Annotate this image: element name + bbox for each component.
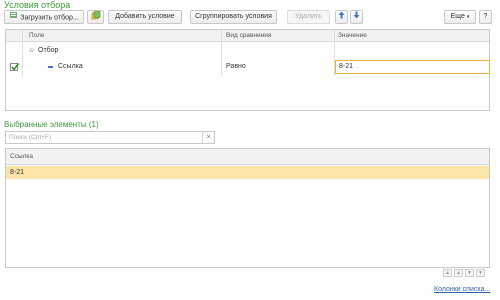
column-value[interactable]: Значение xyxy=(338,30,367,42)
load-icon xyxy=(9,11,18,24)
columns-link[interactable]: Колонки списка... xyxy=(434,286,490,293)
copy-icon xyxy=(91,11,101,25)
prev-page-button[interactable]: ▲ xyxy=(454,269,463,277)
load-filter-label: Загрузить отбор... xyxy=(20,14,79,22)
group-conditions-button[interactable]: Сгруппировать условия xyxy=(190,10,277,24)
more-label: Еще xyxy=(450,13,465,20)
conditions-title: Условия отбора xyxy=(4,0,71,10)
more-button[interactable]: Еще ▾ xyxy=(444,10,476,24)
condition-field: Ссылка xyxy=(58,63,83,70)
help-button[interactable]: ? xyxy=(479,10,492,24)
clear-search-button[interactable]: × xyxy=(202,132,214,143)
group-row[interactable]: ⊖ Отбор xyxy=(6,44,489,58)
first-page-button[interactable]: ▲ xyxy=(443,269,452,277)
selected-header: Ссылка xyxy=(6,149,489,165)
selected-table: Ссылка 8-21 xyxy=(5,148,490,268)
column-field[interactable]: Поле xyxy=(29,30,45,42)
load-filter-button[interactable]: Загрузить отбор... xyxy=(4,10,84,24)
condition-value-input[interactable]: 8-21 xyxy=(335,60,490,74)
search-input[interactable]: Поиск (Ctrl+F) × xyxy=(5,131,215,144)
condition-compare[interactable]: Равно xyxy=(226,60,246,74)
next-page-button[interactable]: ▼ xyxy=(465,269,474,277)
delete-label: Удалить xyxy=(295,13,322,20)
checkmark-icon xyxy=(11,63,19,71)
condition-checkbox[interactable] xyxy=(10,63,19,71)
search-placeholder: Поиск (Ctrl+F) xyxy=(9,134,52,141)
delete-button[interactable]: Удалить xyxy=(287,10,330,24)
chevron-down-icon: ▾ xyxy=(466,14,470,20)
group-conditions-label: Сгруппировать условия xyxy=(195,13,272,20)
last-page-button[interactable]: ▼ xyxy=(476,269,485,277)
arrow-up-icon xyxy=(338,11,345,24)
move-down-button[interactable] xyxy=(350,10,363,24)
collapse-icon[interactable]: ⊖ xyxy=(29,44,34,58)
group-label: Отбор xyxy=(38,47,59,54)
move-up-button[interactable] xyxy=(335,10,348,24)
help-label: ? xyxy=(483,13,488,20)
column-compare[interactable]: Вид сравнения xyxy=(226,30,271,42)
selected-title: Выбранные элементы (1) xyxy=(4,120,99,129)
conditions-toolbar: Загрузить отбор... Добавить условие Сгру… xyxy=(4,10,492,25)
arrow-down-icon xyxy=(353,11,360,24)
conditions-header: Поле Вид сравнения Значение xyxy=(6,30,489,42)
copy-icon-button[interactable] xyxy=(87,10,104,24)
conditions-table: Поле Вид сравнения Значение ⊖ Отбор Ссыл… xyxy=(5,29,490,111)
field-dash-icon xyxy=(48,66,53,68)
column-link[interactable]: Ссылка xyxy=(10,149,33,165)
add-condition-label: Добавить условие xyxy=(115,13,175,20)
condition-row[interactable]: Ссылка Равно 8-21 xyxy=(6,60,490,74)
table-row[interactable]: 8-21 xyxy=(6,166,489,179)
add-condition-button[interactable]: Добавить условие xyxy=(108,10,182,24)
